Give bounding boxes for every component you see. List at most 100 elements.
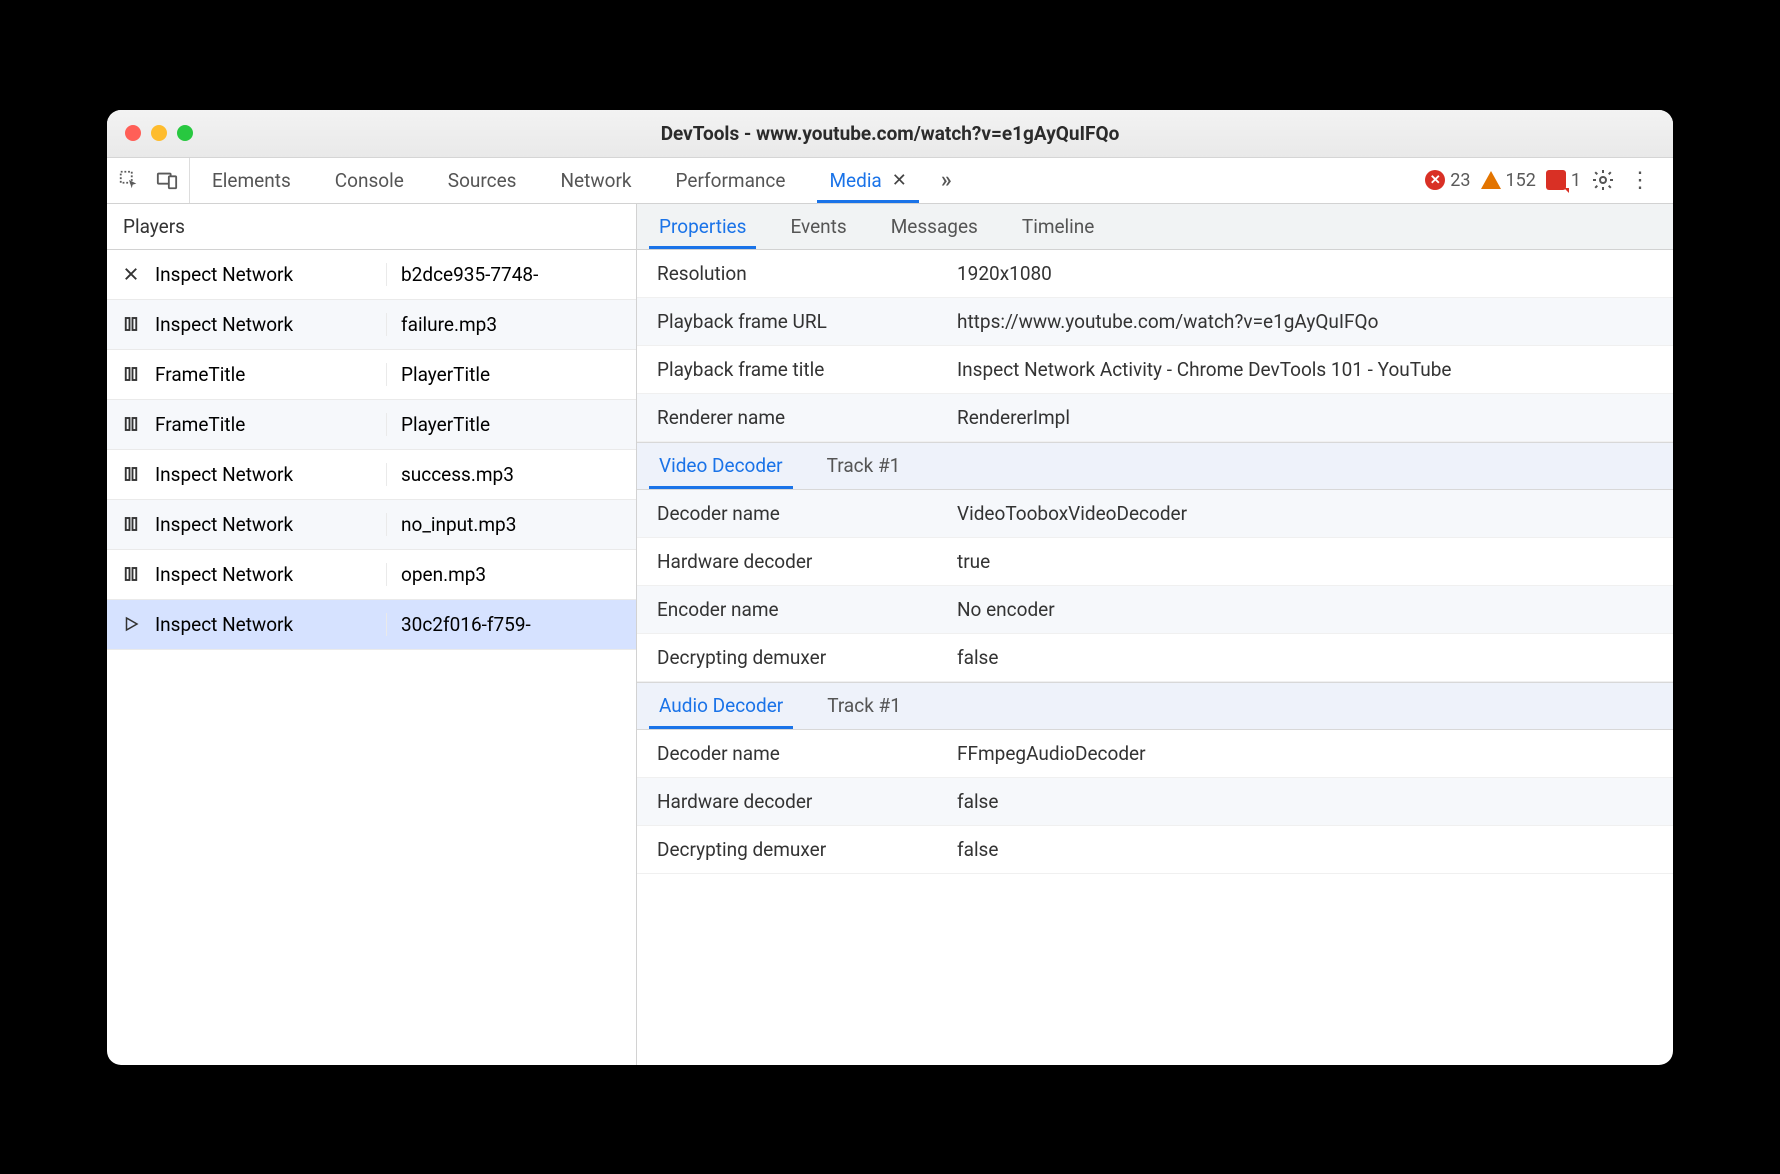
player-title: PlayerTitle xyxy=(387,413,636,436)
player-title: no_input.mp3 xyxy=(387,513,636,536)
panel-tabs: Elements Console Sources Network Perform… xyxy=(190,158,964,203)
property-row: Decrypting demuxerfalse xyxy=(637,826,1673,874)
minimize-window-button[interactable] xyxy=(151,125,167,141)
property-value: https://www.youtube.com/watch?v=e1gAyQuI… xyxy=(957,310,1653,333)
warning-count: 152 xyxy=(1506,170,1536,191)
track-tab[interactable]: Track #1 xyxy=(805,683,923,729)
tab-elements[interactable]: Elements xyxy=(190,158,313,203)
property-row: Hardware decoderfalse xyxy=(637,778,1673,826)
property-value: VideoTooboxVideoDecoder xyxy=(957,502,1653,525)
pause-icon xyxy=(107,515,155,533)
property-value: false xyxy=(957,838,1653,861)
tab-media[interactable]: Media ✕ xyxy=(807,158,928,203)
maximize-window-button[interactable] xyxy=(177,125,193,141)
issues-count: 1 xyxy=(1571,170,1581,191)
property-key: Hardware decoder xyxy=(657,550,957,573)
pause-icon xyxy=(107,365,155,383)
track-tab[interactable]: Track #1 xyxy=(805,443,923,489)
detail-tabs: Properties Events Messages Timeline xyxy=(637,204,1116,249)
warning-count-badge[interactable]: 152 xyxy=(1481,170,1536,191)
properties-panel: Resolution1920x1080Playback frame URLhtt… xyxy=(637,250,1673,1065)
property-key: Decrypting demuxer xyxy=(657,646,957,669)
section-title-tab[interactable]: Audio Decoder xyxy=(637,683,805,729)
player-row[interactable]: Inspect Networkopen.mp3 xyxy=(107,550,636,600)
player-title: open.mp3 xyxy=(387,563,636,586)
subtab-messages[interactable]: Messages xyxy=(869,204,1000,249)
player-row[interactable]: FrameTitlePlayerTitle xyxy=(107,350,636,400)
player-row[interactable]: Inspect Networksuccess.mp3 xyxy=(107,450,636,500)
titlebar: DevTools - www.youtube.com/watch?v=e1gAy… xyxy=(107,110,1673,158)
player-row[interactable]: Inspect Networkno_input.mp3 xyxy=(107,500,636,550)
section-header: Video DecoderTrack #1 xyxy=(637,442,1673,490)
destroyed-icon xyxy=(107,265,155,283)
issues-count-badge[interactable]: 1 xyxy=(1546,170,1581,191)
player-title: failure.mp3 xyxy=(387,313,636,336)
pause-icon xyxy=(107,565,155,583)
player-frame-title: FrameTitle xyxy=(155,413,387,436)
subtab-properties[interactable]: Properties xyxy=(637,204,768,249)
close-window-button[interactable] xyxy=(125,125,141,141)
player-frame-title: Inspect Network xyxy=(155,563,387,586)
player-frame-title: FrameTitle xyxy=(155,363,387,386)
property-row: Encoder nameNo encoder xyxy=(637,586,1673,634)
player-row[interactable]: FrameTitlePlayerTitle xyxy=(107,400,636,450)
property-value: FFmpegAudioDecoder xyxy=(957,742,1653,765)
property-row: Hardware decodertrue xyxy=(637,538,1673,586)
toolbar-left xyxy=(107,158,190,203)
property-row: Playback frame URLhttps://www.youtube.co… xyxy=(637,298,1673,346)
property-key: Renderer name xyxy=(657,406,957,429)
settings-icon[interactable] xyxy=(1591,168,1615,192)
property-row: Resolution1920x1080 xyxy=(637,250,1673,298)
property-key: Decrypting demuxer xyxy=(657,838,957,861)
section-header: Audio DecoderTrack #1 xyxy=(637,682,1673,730)
error-count-badge[interactable]: ✕ 23 xyxy=(1425,170,1470,191)
property-key: Encoder name xyxy=(657,598,957,621)
player-title: PlayerTitle xyxy=(387,363,636,386)
player-frame-title: Inspect Network xyxy=(155,463,387,486)
window-title: DevTools - www.youtube.com/watch?v=e1gAy… xyxy=(661,122,1120,145)
property-value: No encoder xyxy=(957,598,1653,621)
issue-icon xyxy=(1546,170,1566,190)
player-title: 30c2f016-f759- xyxy=(387,613,636,636)
property-key: Resolution xyxy=(657,262,957,285)
subtab-timeline[interactable]: Timeline xyxy=(1000,204,1117,249)
property-key: Decoder name xyxy=(657,502,957,525)
tab-media-label: Media xyxy=(829,169,881,192)
pause-icon xyxy=(107,315,155,333)
player-frame-title: Inspect Network xyxy=(155,513,387,536)
close-icon[interactable]: ✕ xyxy=(892,170,907,191)
error-count: 23 xyxy=(1450,170,1470,191)
property-row: Decrypting demuxerfalse xyxy=(637,634,1673,682)
players-list: Inspect Networkb2dce935-7748-Inspect Net… xyxy=(107,250,637,1065)
toolbar-right: ✕ 23 152 1 ⋮ xyxy=(1407,158,1673,203)
property-key: Decoder name xyxy=(657,742,957,765)
player-frame-title: Inspect Network xyxy=(155,263,387,286)
property-value: RendererImpl xyxy=(957,406,1653,429)
player-row[interactable]: Inspect Networkfailure.mp3 xyxy=(107,300,636,350)
device-toggle-icon[interactable] xyxy=(155,168,179,192)
player-row[interactable]: Inspect Network30c2f016-f759- xyxy=(107,600,636,650)
kebab-menu-icon[interactable]: ⋮ xyxy=(1625,168,1655,193)
players-header: Players xyxy=(107,204,637,249)
player-frame-title: Inspect Network xyxy=(155,613,387,636)
property-value: Inspect Network Activity - Chrome DevToo… xyxy=(957,358,1653,381)
tab-network[interactable]: Network xyxy=(538,158,653,203)
devtools-window: DevTools - www.youtube.com/watch?v=e1gAy… xyxy=(107,110,1673,1065)
property-key: Playback frame title xyxy=(657,358,957,381)
player-title: b2dce935-7748- xyxy=(387,263,636,286)
subtab-events[interactable]: Events xyxy=(768,204,868,249)
tab-console[interactable]: Console xyxy=(313,158,426,203)
section-title-tab[interactable]: Video Decoder xyxy=(637,443,805,489)
tab-performance[interactable]: Performance xyxy=(654,158,808,203)
property-row: Decoder nameVideoTooboxVideoDecoder xyxy=(637,490,1673,538)
player-row[interactable]: Inspect Networkb2dce935-7748- xyxy=(107,250,636,300)
more-tabs-icon[interactable]: » xyxy=(929,158,964,203)
warning-icon xyxy=(1481,171,1501,189)
property-value: false xyxy=(957,646,1653,669)
inspect-element-icon[interactable] xyxy=(117,168,141,192)
player-title: success.mp3 xyxy=(387,463,636,486)
tab-sources[interactable]: Sources xyxy=(426,158,539,203)
property-key: Playback frame URL xyxy=(657,310,957,333)
pause-icon xyxy=(107,415,155,433)
player-frame-title: Inspect Network xyxy=(155,313,387,336)
